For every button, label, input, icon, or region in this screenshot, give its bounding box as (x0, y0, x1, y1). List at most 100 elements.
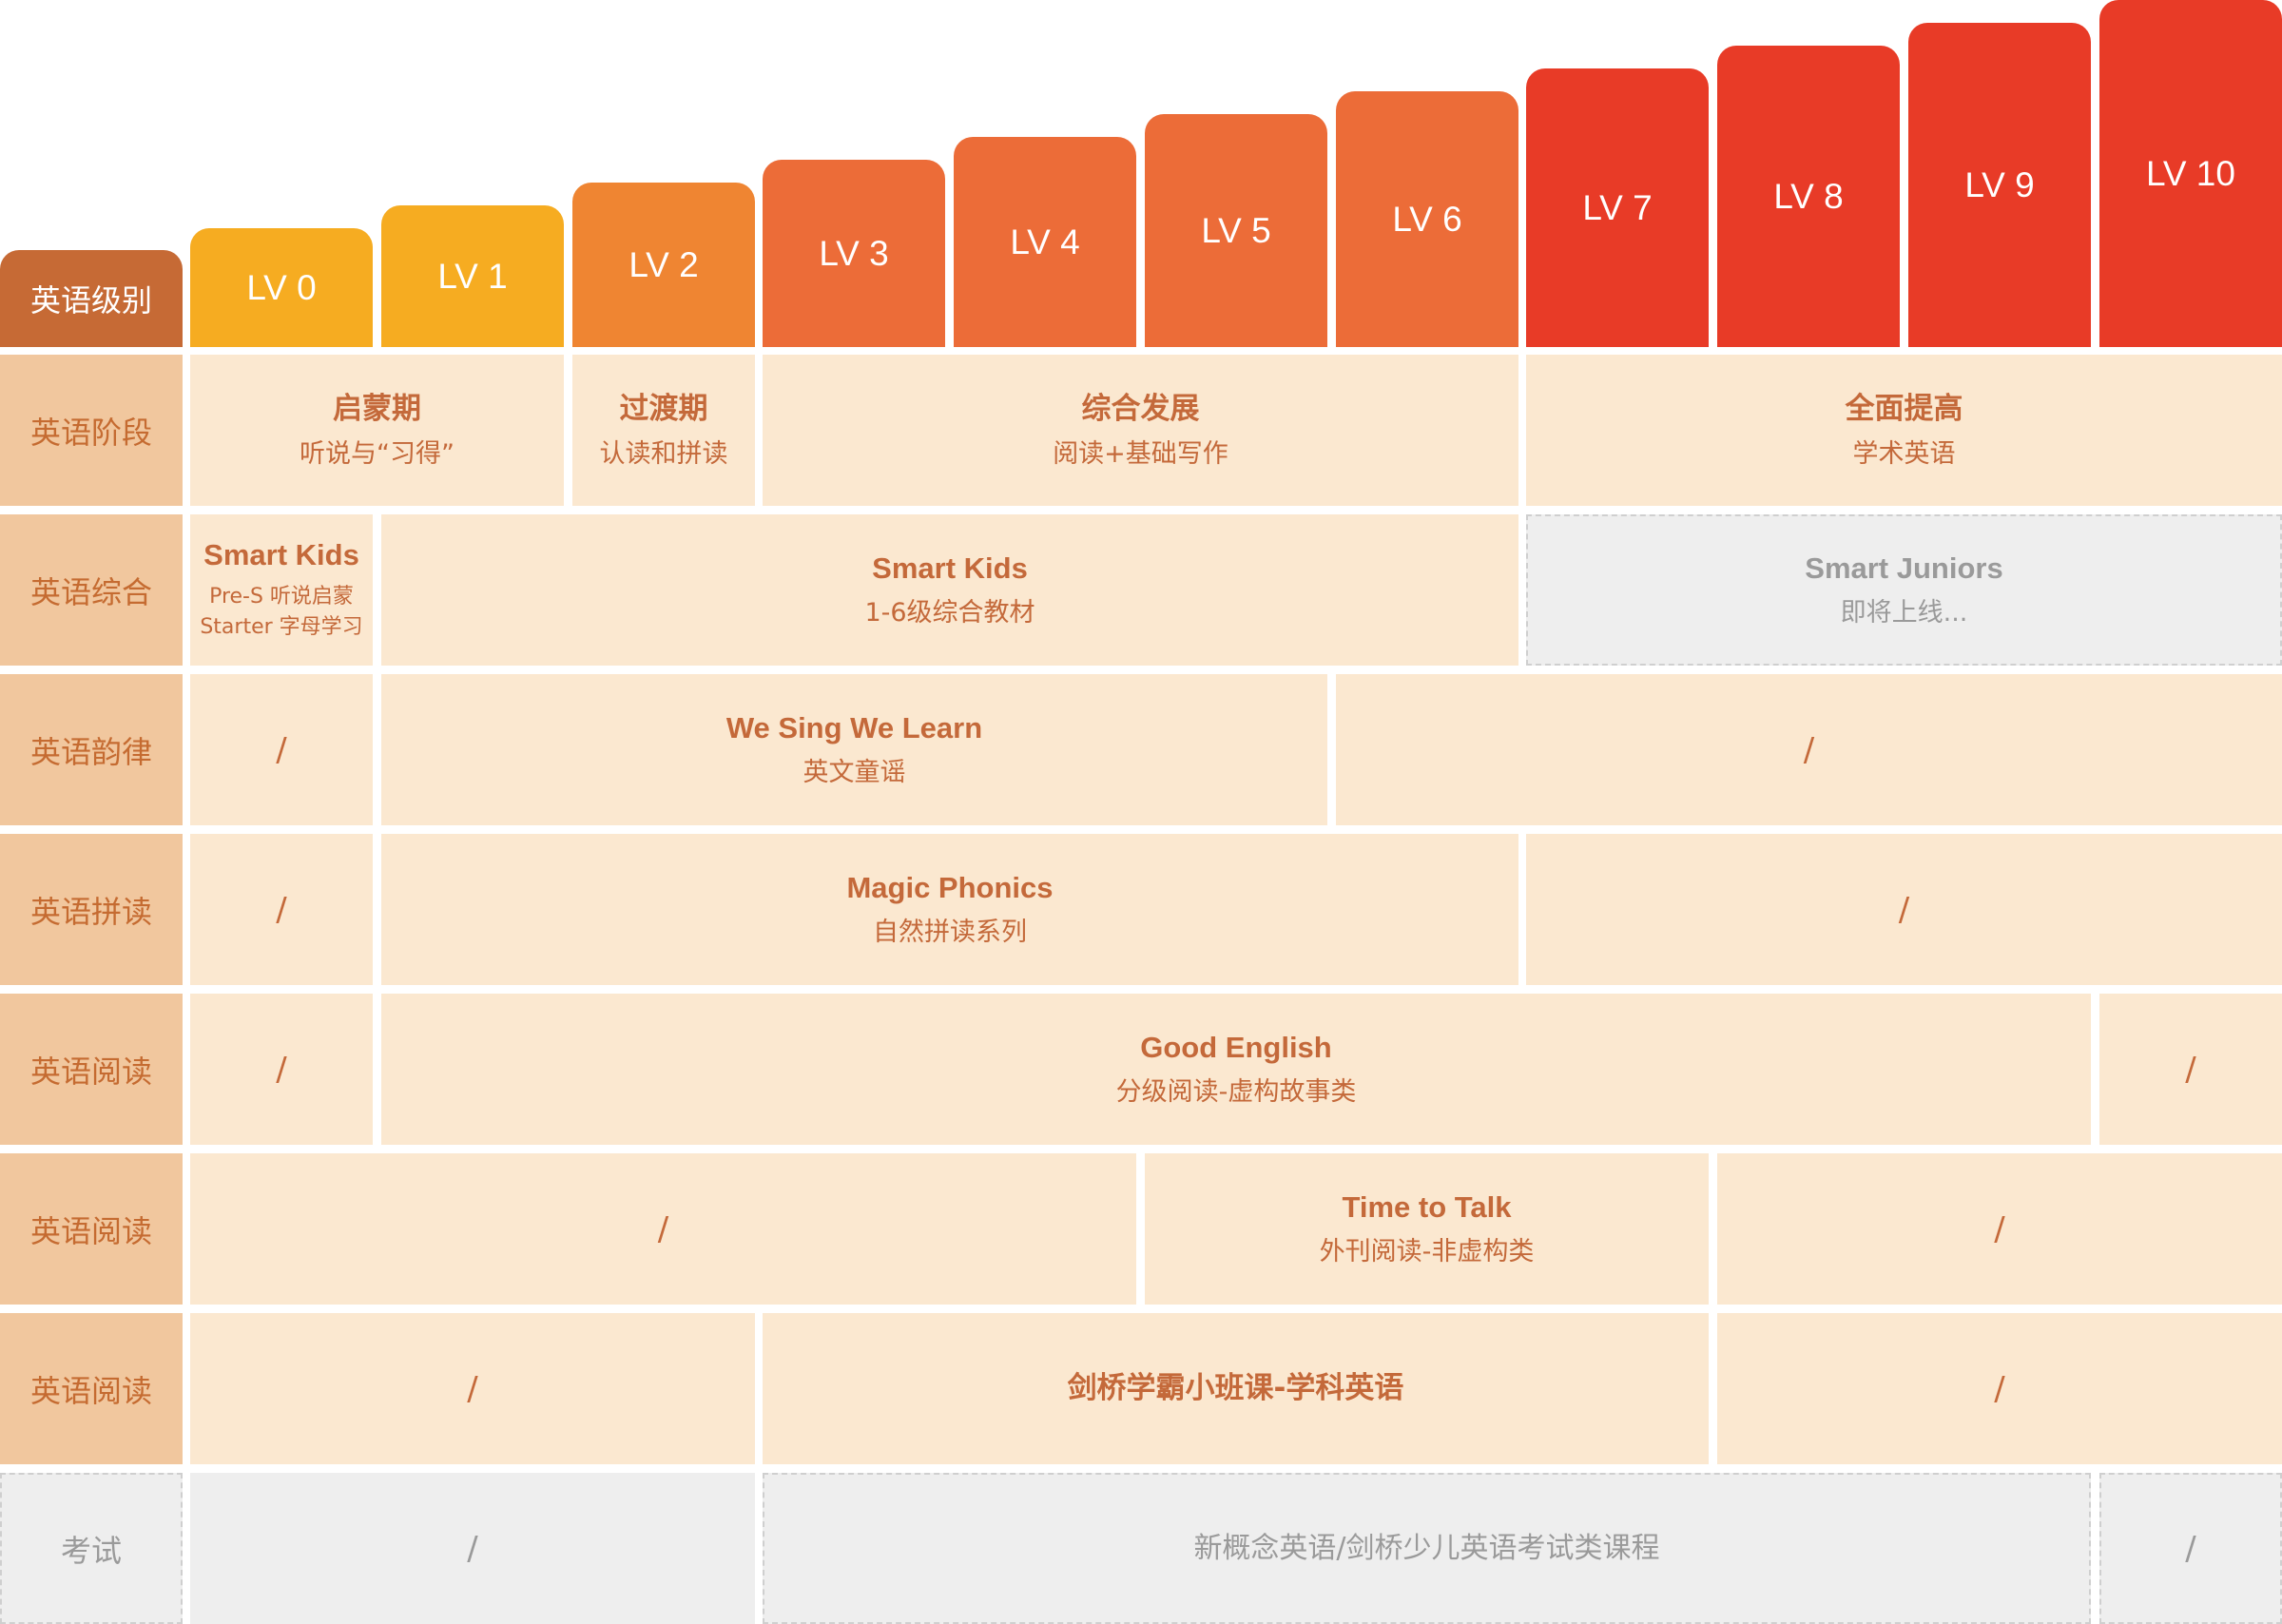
row-label-phonics-text: 英语拼读 (29, 893, 152, 930)
course-title: Good English (1140, 1030, 1332, 1064)
course-subtitle: 英文童谣 (803, 758, 906, 788)
reading-cell-empty: / (1717, 1153, 2282, 1305)
level-lv5-label: LV 5 (1201, 210, 1271, 250)
level-lv3: LV 3 (763, 160, 945, 347)
empty-slash: / (276, 890, 287, 929)
row-label-integrated-text: 英语综合 (29, 573, 152, 610)
empty-slash: / (467, 1529, 478, 1568)
course-subtitle: 自然拼读系列 (873, 918, 1027, 948)
course-title: 剑桥学霸小班课-学科英语 (1067, 1371, 1404, 1406)
phonics-cell-magic-phonics: Magic Phonics 自然拼读系列 (381, 834, 1518, 985)
stage-subtitle: 阅读+基础写作 (1053, 439, 1228, 470)
course-subtitle: 分级阅读-虚构故事类 (1115, 1077, 1357, 1108)
level-lv8-label: LV 8 (1773, 176, 1844, 216)
rhythm-cell-empty: / (190, 674, 373, 825)
row-label-reading-text: 英语阅读 (29, 1372, 152, 1409)
empty-slash: / (1994, 1369, 2005, 1408)
exam-cell-courses: 新概念英语/剑桥少儿英语考试类课程 (763, 1473, 2091, 1624)
row-label-reading: 英语阅读 (0, 994, 183, 1145)
stage-cell-transition: 过渡期 认读和拼读 (572, 355, 755, 506)
level-lv3-label: LV 3 (819, 233, 889, 273)
empty-slash: / (1994, 1209, 2005, 1248)
level-lv10-label: LV 10 (2146, 153, 2235, 193)
integrated-cell-smart-kids-starter: Smart Kids Pre-S 听说启蒙 Starter 字母学习 (190, 514, 373, 666)
reading-cell-empty: / (190, 1313, 755, 1464)
stage-title: 启蒙期 (333, 391, 421, 426)
rhythm-cell-empty: / (1336, 674, 2282, 825)
row-label-rhythm: 英语韵律 (0, 674, 183, 825)
row-label-reading-text: 英语阅读 (29, 1212, 152, 1249)
level-lv6-label: LV 6 (1392, 199, 1462, 239)
row-label-phonics: 英语拼读 (0, 834, 183, 985)
level-lv4: LV 4 (954, 137, 1136, 347)
level-header-label-text: 英语级别 (29, 282, 152, 319)
empty-slash: / (276, 1050, 287, 1089)
reading-cell-time-to-talk: Time to Talk 外刊阅读-非虚构类 (1145, 1153, 1709, 1305)
course-line-2: Starter 字母学习 (200, 614, 363, 639)
exam-cell-empty: / (190, 1473, 755, 1624)
exam-course-title: 新概念英语/剑桥少儿英语考试类课程 (1193, 1532, 1660, 1565)
row-label-exam: 考试 (0, 1473, 183, 1624)
reading-cell-cambridge-class: 剑桥学霸小班课-学科英语 (763, 1313, 1709, 1464)
row-label-stage: 英语阶段 (0, 355, 183, 506)
course-title: We Sing We Learn (725, 710, 983, 744)
reading-cell-empty: / (1717, 1313, 2282, 1464)
stage-subtitle: 听说与“习得” (300, 439, 454, 470)
reading-cell-empty: / (190, 994, 373, 1145)
level-lv2: LV 2 (572, 183, 755, 347)
reading-cell-empty: / (2099, 994, 2282, 1145)
level-lv8: LV 8 (1717, 46, 1900, 347)
empty-slash: / (1803, 730, 1815, 769)
level-lv4-label: LV 4 (1010, 222, 1080, 261)
stage-cell-enlightenment: 启蒙期 听说与“习得” (190, 355, 564, 506)
rhythm-cell-we-sing: We Sing We Learn 英文童谣 (381, 674, 1327, 825)
level-lv6: LV 6 (1336, 91, 1518, 347)
level-lv5: LV 5 (1145, 114, 1327, 347)
course-line-1: Pre-S 听说启蒙 (209, 584, 354, 609)
level-lv0: LV 0 (190, 228, 373, 347)
row-label-exam-text: 考试 (60, 1532, 122, 1569)
exam-cell-empty: / (2099, 1473, 2282, 1624)
course-subtitle: 外刊阅读-非虚构类 (1319, 1237, 1535, 1267)
level-lv1: LV 1 (381, 205, 564, 347)
row-label-reading: 英语阅读 (0, 1313, 183, 1464)
integrated-cell-smart-juniors: Smart Juniors 即将上线... (1526, 514, 2282, 666)
empty-slash: / (276, 730, 287, 769)
course-title: Time to Talk (1342, 1189, 1512, 1224)
row-label-integrated: 英语综合 (0, 514, 183, 666)
row-label-reading-text: 英语阅读 (29, 1053, 152, 1090)
level-lv0-label: LV 0 (246, 267, 317, 307)
empty-slash: / (2185, 1529, 2196, 1568)
level-lv7-label: LV 7 (1582, 187, 1653, 227)
level-header-label: 英语级别 (0, 250, 183, 347)
phonics-cell-empty: / (190, 834, 373, 985)
level-lv2-label: LV 2 (629, 244, 699, 284)
row-label-rhythm-text: 英语韵律 (29, 733, 152, 770)
phonics-cell-empty: / (1526, 834, 2282, 985)
level-lv9: LV 9 (1908, 23, 2091, 347)
row-label-reading: 英语阅读 (0, 1153, 183, 1305)
level-lv10: LV 10 (2099, 0, 2282, 347)
integrated-cell-smart-kids: Smart Kids 1-6级综合教材 (381, 514, 1518, 666)
stage-cell-development: 综合发展 阅读+基础写作 (763, 355, 1518, 506)
row-label-stage-text: 英语阶段 (29, 414, 152, 451)
stage-subtitle: 学术英语 (1852, 439, 1956, 470)
course-title: Magic Phonics (846, 870, 1054, 904)
level-lv9-label: LV 9 (1964, 164, 2035, 204)
stage-title: 综合发展 (1081, 391, 1200, 426)
stage-title: 过渡期 (619, 391, 708, 426)
coming-soon-text: 即将上线... (1840, 598, 1968, 628)
empty-slash: / (1898, 890, 1910, 929)
empty-slash: / (2185, 1050, 2196, 1089)
course-title: Smart Kids (203, 538, 359, 572)
stage-cell-advanced: 全面提高 学术英语 (1526, 355, 2282, 506)
course-title: Smart Kids (872, 551, 1028, 585)
reading-cell-empty: / (190, 1153, 1136, 1305)
stage-subtitle: 认读和拼读 (599, 439, 728, 470)
course-title: Smart Juniors (1805, 551, 2003, 585)
reading-cell-good-english: Good English 分级阅读-虚构故事类 (381, 994, 2091, 1145)
empty-slash: / (657, 1209, 669, 1248)
stage-title: 全面提高 (1845, 391, 1963, 426)
level-lv7: LV 7 (1526, 68, 1709, 347)
course-subtitle: 1-6级综合教材 (864, 598, 1035, 628)
